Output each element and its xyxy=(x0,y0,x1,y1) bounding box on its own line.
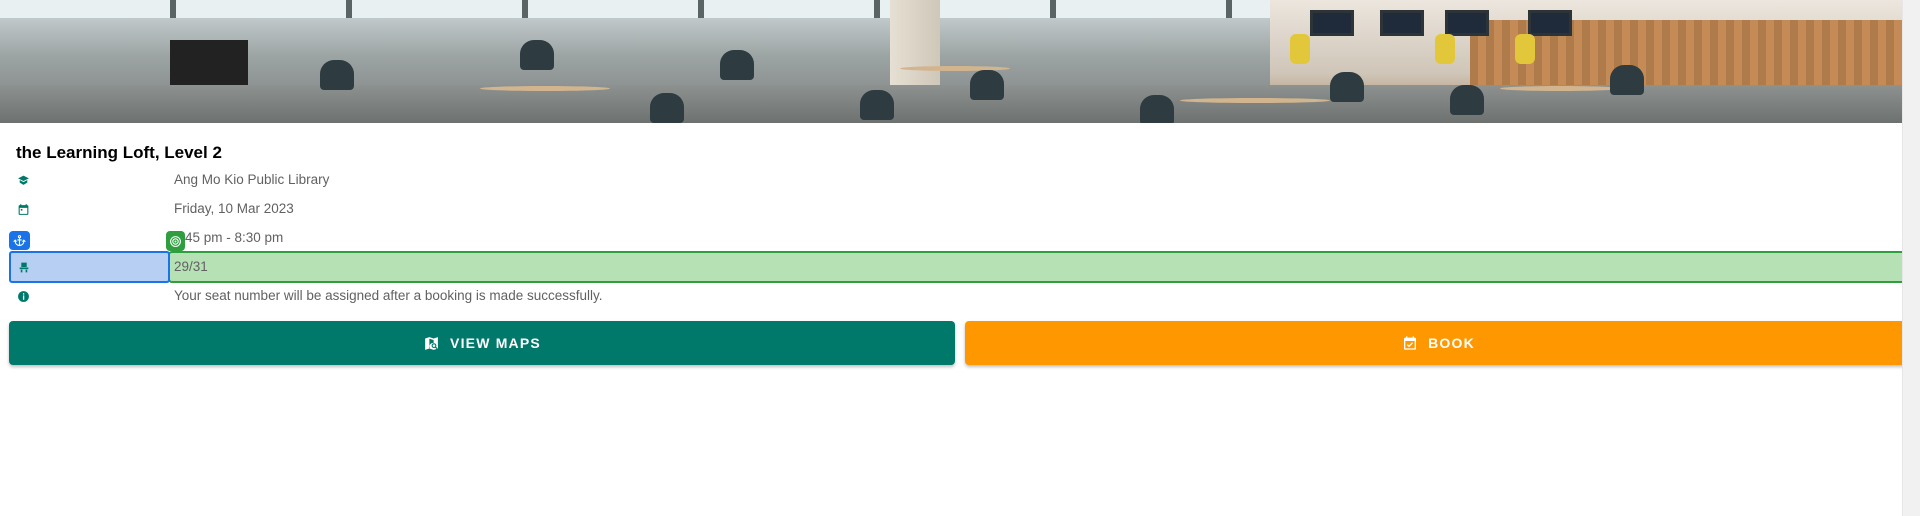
chair xyxy=(520,40,554,70)
chair xyxy=(1450,85,1484,115)
book-icon xyxy=(16,173,30,187)
monitor xyxy=(1445,10,1489,36)
chair xyxy=(860,90,894,120)
window-band xyxy=(0,0,1300,18)
chair xyxy=(1515,34,1535,64)
venue-title: the Learning Loft, Level 2 xyxy=(16,143,222,162)
target-icon xyxy=(166,231,185,251)
calendar-check-icon xyxy=(1402,335,1418,351)
view-maps-label: VIEW MAPS xyxy=(450,335,541,351)
book-label: BOOK xyxy=(1428,335,1475,351)
monitor xyxy=(1528,10,1572,36)
booking-date: Friday, 10 Mar 2023 xyxy=(174,201,294,216)
chair xyxy=(720,50,754,80)
seats-row: 29/31 xyxy=(0,255,1903,279)
chair xyxy=(1330,72,1364,102)
seat-icon xyxy=(17,260,31,274)
chair xyxy=(1140,95,1174,123)
monitor xyxy=(1310,10,1354,36)
monitor xyxy=(1380,10,1424,36)
date-row: Friday, 10 Mar 2023 xyxy=(0,197,1903,221)
table xyxy=(480,86,610,91)
vertical-scrollbar[interactable] xyxy=(1902,0,1920,516)
view-maps-button[interactable]: VIEW MAPS xyxy=(9,321,955,365)
library-name: Ang Mo Kio Public Library xyxy=(174,172,330,187)
chair xyxy=(650,93,684,123)
map-search-icon xyxy=(423,335,440,352)
chair xyxy=(320,60,354,90)
time-range: 45 pm - 8:30 pm xyxy=(185,230,284,245)
chair xyxy=(1610,65,1644,95)
scrollbar-thumb[interactable] xyxy=(1905,0,1918,123)
table xyxy=(1180,98,1330,103)
chair xyxy=(1435,34,1455,64)
chair xyxy=(970,70,1004,100)
time-row: 45 pm - 8:30 pm xyxy=(0,226,1903,250)
hero-photo xyxy=(0,0,1903,123)
chair xyxy=(1290,34,1310,64)
seat-assignment-notice: Your seat number will be assigned after … xyxy=(174,288,603,303)
table xyxy=(1500,86,1620,91)
seat-availability: 29/31 xyxy=(174,259,208,274)
calendar-icon xyxy=(16,202,30,216)
book-button[interactable]: BOOK xyxy=(965,321,1903,365)
library-row: Ang Mo Kio Public Library xyxy=(0,168,1903,192)
venue-detail-panel: the Learning Loft, Level 2 Ang Mo Kio Pu… xyxy=(0,0,1903,516)
notice-row: Your seat number will be assigned after … xyxy=(0,284,1903,308)
anchor-icon xyxy=(9,231,30,250)
info-icon xyxy=(16,289,30,303)
